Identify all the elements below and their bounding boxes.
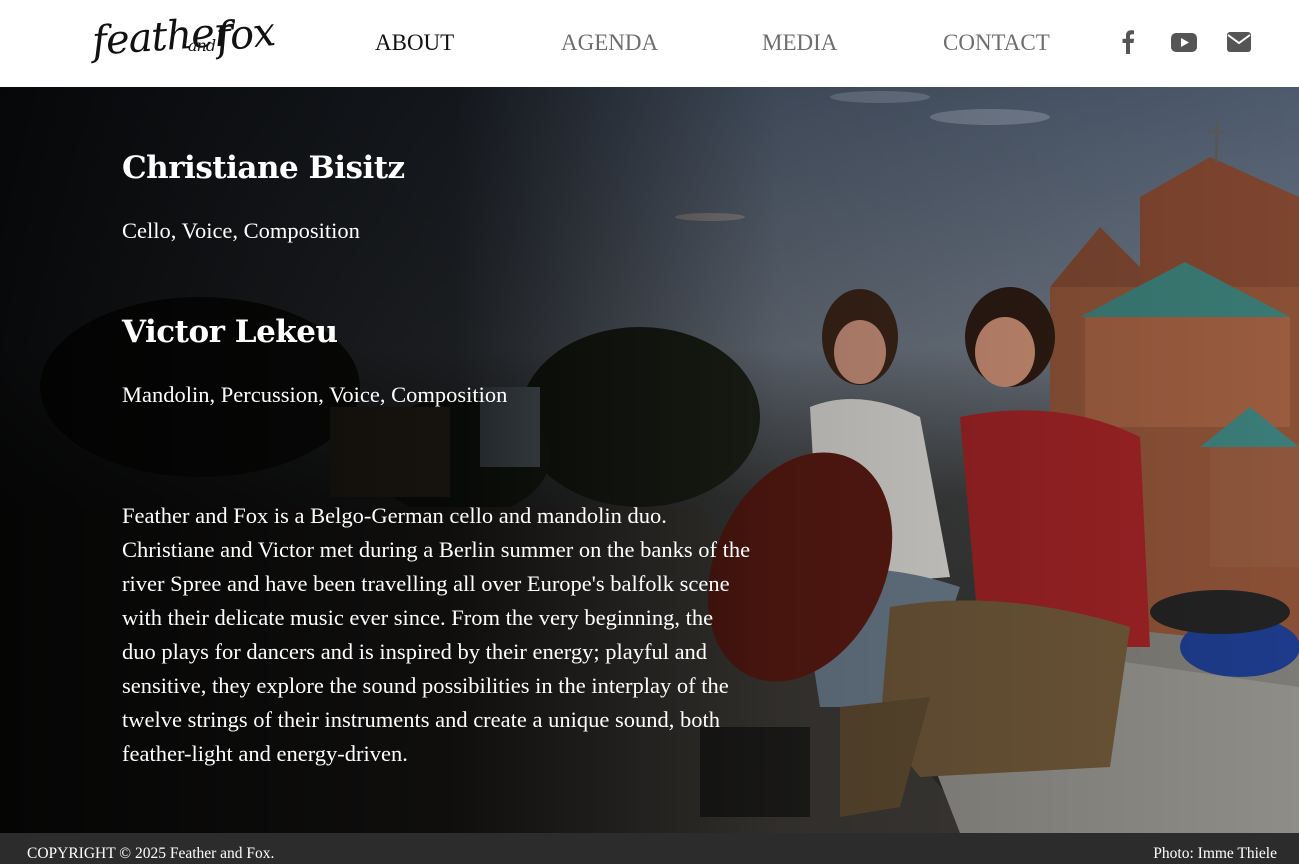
member-name: Victor Lekeu (122, 314, 338, 350)
facebook-link[interactable] (1113, 27, 1143, 57)
brand-logo[interactable]: feather and fox (91, 6, 277, 82)
nav-about[interactable]: ABOUT (375, 30, 454, 56)
logo-word-fox: fox (213, 9, 277, 61)
member-name: Christiane Bisitz (122, 150, 405, 186)
youtube-link[interactable] (1169, 27, 1199, 57)
nav-contact[interactable]: CONTACT (943, 30, 1050, 56)
facebook-icon (1122, 30, 1135, 54)
nav-agenda[interactable]: AGENDA (561, 30, 658, 56)
about-paragraph: Feather and Fox is a Belgo-German cello … (122, 503, 751, 766)
email-link[interactable] (1224, 27, 1254, 57)
site-header: feather and fox ABOUT AGENDA MEDIA CONTA… (0, 0, 1299, 87)
nav-media[interactable]: MEDIA (762, 30, 837, 56)
logo-word-and: and (188, 36, 216, 55)
envelope-icon (1227, 32, 1251, 52)
member-role: Mandolin, Percussion, Voice, Composition (122, 382, 508, 407)
site-footer: COPYRIGHT © 2025 Feather and Fox. Photo:… (0, 833, 1299, 864)
youtube-icon (1171, 32, 1197, 52)
member-role: Cello, Voice, Composition (122, 218, 360, 243)
photo-credit: Photo: Imme Thiele (1153, 845, 1277, 862)
hero-section: Christiane Bisitz Cello, Voice, Composit… (0, 87, 1299, 833)
copyright-text: COPYRIGHT © 2025 Feather and Fox. (27, 845, 275, 862)
